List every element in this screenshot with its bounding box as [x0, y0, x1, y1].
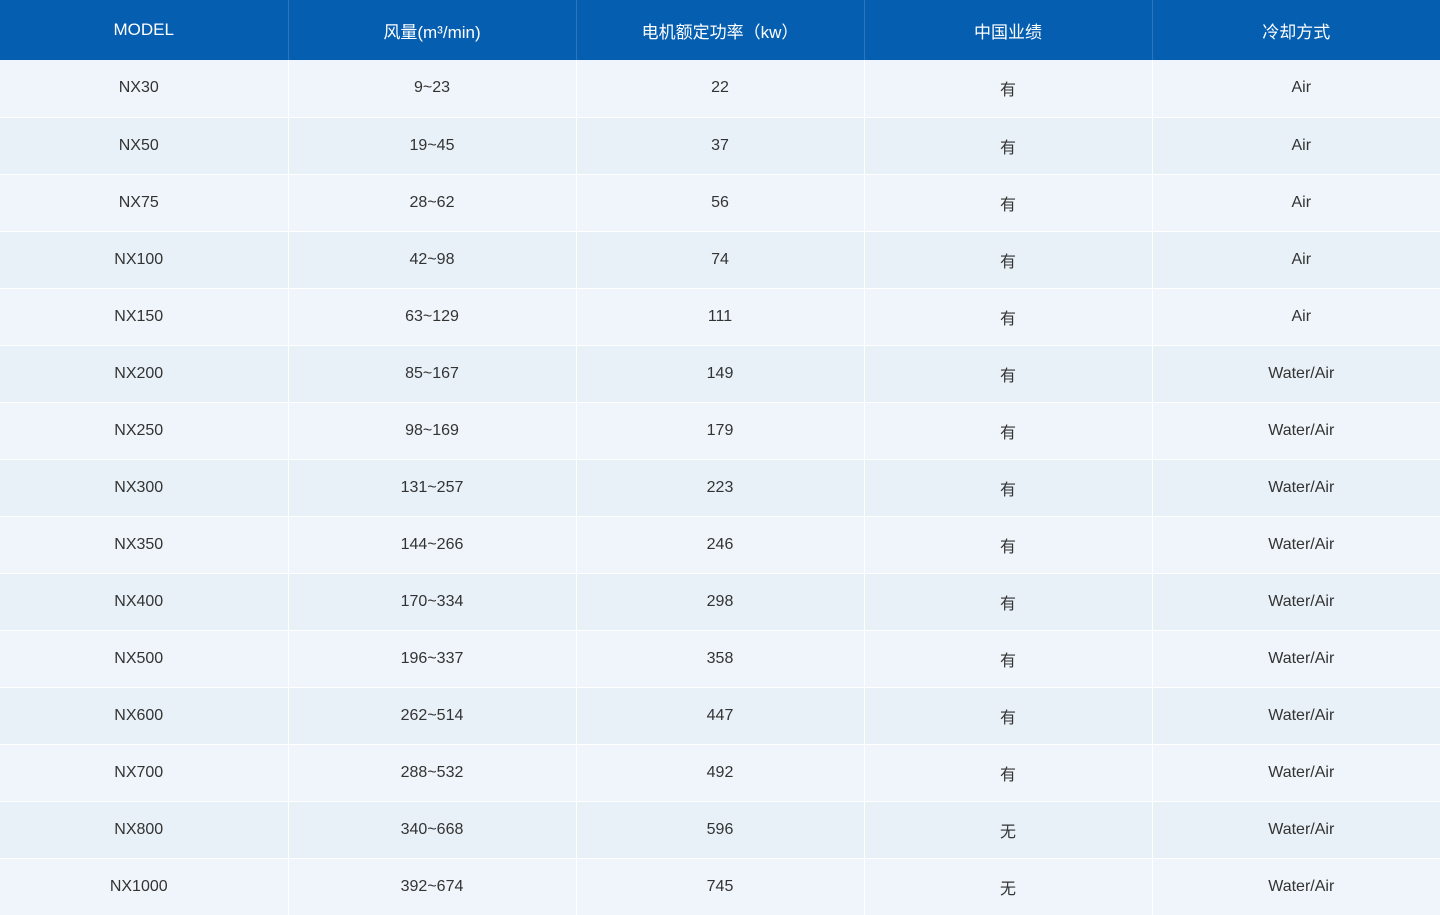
- cell-china-record: 有: [864, 573, 1153, 631]
- table-row: NX75 28~62 56 有 Air: [0, 174, 1440, 232]
- table-row: NX1000 392~674 745 无 Water/Air: [0, 858, 1440, 915]
- cell-china-record: 有: [864, 744, 1153, 802]
- table-row: NX500 196~337 358 有 Water/Air: [0, 630, 1440, 688]
- cell-cooling-method: Water/Air: [1152, 744, 1440, 802]
- cell-motor-power: 447: [576, 687, 865, 745]
- cell-motor-power: 596: [576, 801, 865, 859]
- cell-china-record: 有: [864, 345, 1153, 403]
- cell-cooling-method: Water/Air: [1152, 459, 1440, 517]
- cell-motor-power: 298: [576, 573, 865, 631]
- cell-motor-power: 111: [576, 288, 865, 346]
- table-body: NX30 9~23 22 有 Air NX50 19~45 37 有 Air N…: [0, 60, 1440, 915]
- spec-table: MODEL 风量(m³/min) 电机额定功率（kw） 中国业绩 冷却方式 NX…: [0, 0, 1440, 915]
- table-row: NX600 262~514 447 有 Water/Air: [0, 687, 1440, 745]
- table-header: MODEL 风量(m³/min) 电机额定功率（kw） 中国业绩 冷却方式: [0, 0, 1440, 60]
- cell-model: NX50: [0, 117, 289, 175]
- table-row: NX400 170~334 298 有 Water/Air: [0, 573, 1440, 631]
- cell-motor-power: 74: [576, 231, 865, 289]
- cell-motor-power: 37: [576, 117, 865, 175]
- cell-model: NX600: [0, 687, 289, 745]
- cell-airflow: 9~23: [288, 60, 577, 118]
- cell-cooling-method: Water/Air: [1152, 687, 1440, 745]
- cell-cooling-method: Water/Air: [1152, 858, 1440, 915]
- cell-china-record: 有: [864, 459, 1153, 517]
- cell-motor-power: 492: [576, 744, 865, 802]
- cell-airflow: 19~45: [288, 117, 577, 175]
- cell-china-record: 有: [864, 687, 1153, 745]
- cell-china-record: 有: [864, 117, 1153, 175]
- cell-cooling-method: Air: [1152, 117, 1440, 175]
- cell-motor-power: 246: [576, 516, 865, 574]
- cell-model: NX30: [0, 60, 289, 118]
- table-row: NX50 19~45 37 有 Air: [0, 117, 1440, 175]
- cell-airflow: 144~266: [288, 516, 577, 574]
- cell-china-record: 有: [864, 174, 1153, 232]
- table-row: NX30 9~23 22 有 Air: [0, 60, 1440, 118]
- cell-china-record: 有: [864, 60, 1153, 118]
- cell-model: NX100: [0, 231, 289, 289]
- cell-cooling-method: Water/Air: [1152, 345, 1440, 403]
- header-china-record: 中国业绩: [864, 0, 1153, 60]
- cell-cooling-method: Air: [1152, 231, 1440, 289]
- table-row: NX300 131~257 223 有 Water/Air: [0, 459, 1440, 517]
- cell-motor-power: 745: [576, 858, 865, 915]
- cell-airflow: 63~129: [288, 288, 577, 346]
- header-model: MODEL: [0, 0, 289, 60]
- cell-cooling-method: Air: [1152, 288, 1440, 346]
- cell-model: NX700: [0, 744, 289, 802]
- cell-china-record: 无: [864, 858, 1153, 915]
- cell-cooling-method: Water/Air: [1152, 402, 1440, 460]
- cell-airflow: 262~514: [288, 687, 577, 745]
- cell-model: NX500: [0, 630, 289, 688]
- cell-model: NX350: [0, 516, 289, 574]
- cell-airflow: 196~337: [288, 630, 577, 688]
- cell-model: NX800: [0, 801, 289, 859]
- cell-motor-power: 179: [576, 402, 865, 460]
- cell-cooling-method: Water/Air: [1152, 630, 1440, 688]
- cell-china-record: 有: [864, 630, 1153, 688]
- table-row: NX150 63~129 111 有 Air: [0, 288, 1440, 346]
- table-row: NX700 288~532 492 有 Water/Air: [0, 744, 1440, 802]
- header-row: MODEL 风量(m³/min) 电机额定功率（kw） 中国业绩 冷却方式: [0, 0, 1440, 60]
- cell-cooling-method: Water/Air: [1152, 801, 1440, 859]
- cell-model: NX400: [0, 573, 289, 631]
- cell-china-record: 有: [864, 516, 1153, 574]
- cell-motor-power: 149: [576, 345, 865, 403]
- header-airflow: 风量(m³/min): [288, 0, 577, 60]
- cell-airflow: 131~257: [288, 459, 577, 517]
- cell-motor-power: 358: [576, 630, 865, 688]
- table-row: NX350 144~266 246 有 Water/Air: [0, 516, 1440, 574]
- cell-airflow: 98~169: [288, 402, 577, 460]
- table-row: NX800 340~668 596 无 Water/Air: [0, 801, 1440, 859]
- table-row: NX250 98~169 179 有 Water/Air: [0, 402, 1440, 460]
- cell-cooling-method: Water/Air: [1152, 573, 1440, 631]
- cell-model: NX1000: [0, 858, 289, 915]
- header-motor-power: 电机额定功率（kw）: [576, 0, 865, 60]
- cell-airflow: 288~532: [288, 744, 577, 802]
- cell-model: NX75: [0, 174, 289, 232]
- cell-airflow: 340~668: [288, 801, 577, 859]
- cell-china-record: 有: [864, 402, 1153, 460]
- cell-model: NX200: [0, 345, 289, 403]
- cell-cooling-method: Air: [1152, 174, 1440, 232]
- table-row: NX100 42~98 74 有 Air: [0, 231, 1440, 289]
- cell-china-record: 无: [864, 801, 1153, 859]
- cell-motor-power: 22: [576, 60, 865, 118]
- cell-airflow: 170~334: [288, 573, 577, 631]
- cell-airflow: 42~98: [288, 231, 577, 289]
- cell-model: NX250: [0, 402, 289, 460]
- cell-motor-power: 56: [576, 174, 865, 232]
- cell-china-record: 有: [864, 231, 1153, 289]
- cell-airflow: 392~674: [288, 858, 577, 915]
- cell-china-record: 有: [864, 288, 1153, 346]
- cell-model: NX150: [0, 288, 289, 346]
- cell-airflow: 28~62: [288, 174, 577, 232]
- cell-cooling-method: Water/Air: [1152, 516, 1440, 574]
- header-cooling-method: 冷却方式: [1262, 22, 1331, 42]
- cell-model: NX300: [0, 459, 289, 517]
- cell-airflow: 85~167: [288, 345, 577, 403]
- cell-cooling-method: Air: [1152, 60, 1440, 118]
- cell-motor-power: 223: [576, 459, 865, 517]
- table-row: NX200 85~167 149 有 Water/Air: [0, 345, 1440, 403]
